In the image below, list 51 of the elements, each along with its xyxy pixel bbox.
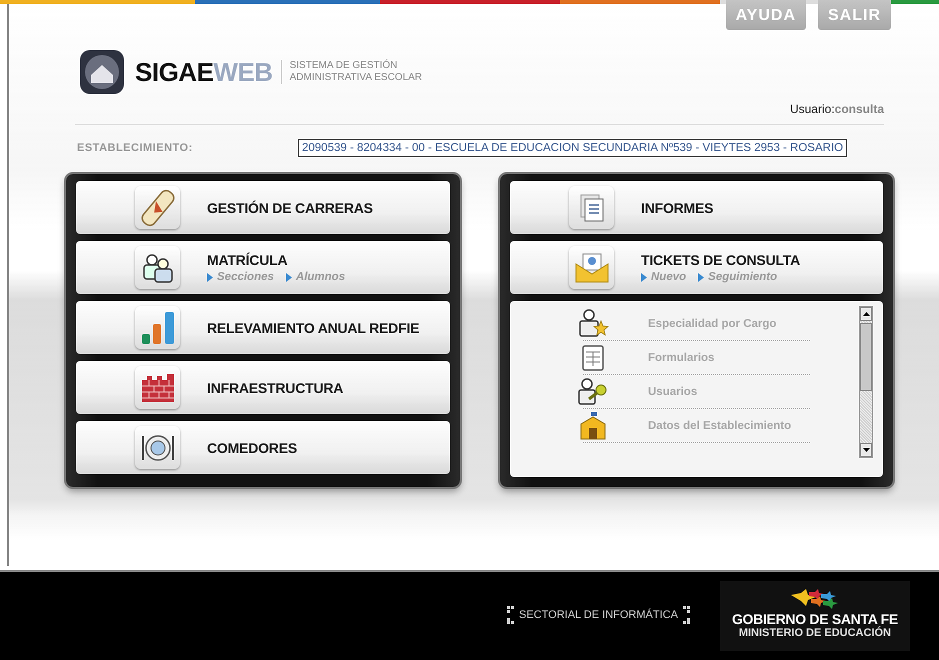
- triangle-icon: [641, 272, 647, 282]
- user-key-icon: [577, 378, 609, 406]
- sectorial-label: SECTORIAL DE INFORMÁTICA: [519, 609, 678, 621]
- form-icon: [582, 344, 604, 370]
- people-icon: [140, 252, 174, 282]
- menu-button[interactable]: COMEDORES: [76, 421, 450, 474]
- submenu-link[interactable]: Seguimiento: [698, 271, 778, 283]
- header-button[interactable]: AYUDA: [726, 0, 806, 30]
- admin-link[interactable]: Formularios: [648, 352, 714, 364]
- submenu-link[interactable]: Secciones: [207, 271, 274, 283]
- badge-star-icon: [577, 308, 609, 338]
- triangle-icon: [286, 272, 292, 282]
- admin-link[interactable]: Usuarios: [648, 386, 698, 398]
- menu-title: TICKETS DE CONSULTA: [641, 252, 800, 268]
- house-icon: [580, 412, 606, 440]
- bracket-icon: [682, 606, 690, 624]
- submenu-link[interactable]: Nuevo: [641, 271, 686, 283]
- government-name: GOBIERNO DE SANTA FE: [732, 611, 898, 627]
- scroll-up-icon[interactable]: [862, 312, 870, 316]
- plate-icon: [140, 432, 174, 462]
- scrollbar[interactable]: [859, 306, 873, 458]
- logo-icon: [79, 49, 125, 95]
- admin-link[interactable]: Datos del Establecimiento: [648, 420, 792, 432]
- brick-wall-icon: [140, 374, 174, 402]
- menu-button[interactable]: TICKETS DE CONSULTA Nuevo Seguimiento: [510, 241, 883, 294]
- menu-title: INFORMES: [641, 200, 714, 216]
- menu-button[interactable]: RELEVAMIENTO ANUAL REDFIE: [76, 301, 450, 354]
- triangle-icon: [207, 272, 213, 282]
- menu-button[interactable]: INFORMES: [510, 181, 883, 234]
- bracket-icon: [507, 606, 515, 624]
- menu-button[interactable]: GESTIÓN DE CARRERAS: [76, 181, 450, 234]
- menu-button[interactable]: MATRÍCULA Secciones Alumnos: [76, 241, 450, 294]
- admin-link[interactable]: Especialidad por Cargo: [648, 318, 776, 330]
- field-label: ESTABLECIMIENTO:: [77, 142, 194, 154]
- tagline: ADMINISTRATIVA ESCOLAR: [290, 72, 422, 84]
- menu-title: INFRAESTRUCTURA: [207, 380, 344, 396]
- menu-title: RELEVAMIENTO ANUAL REDFIE: [207, 320, 420, 336]
- scroll-down-icon[interactable]: [862, 448, 870, 452]
- envelope-icon: [574, 252, 610, 284]
- menu-title: GESTIÓN DE CARRERAS: [207, 200, 373, 216]
- submenu-link[interactable]: Alumnos: [286, 271, 346, 283]
- app-name: SIGAEWEB: [135, 56, 273, 88]
- user-label: Usuario:consulta: [788, 102, 886, 116]
- menu-title: COMEDORES: [207, 440, 297, 456]
- school-field[interactable]: 2090539 - 8204334 - 00 - ESCUELA DE EDUCACION SECUNDARIA Nº539 - VIEYTES 2953 - ROSARIO: [298, 139, 848, 157]
- menu-title: MATRÍCULA: [207, 252, 288, 268]
- menu-button[interactable]: INFRAESTRUCTURA: [76, 361, 450, 414]
- triangle-icon: [698, 272, 704, 282]
- header-button[interactable]: SALIR: [818, 0, 891, 30]
- ministry-name: MINISTERIO DE EDUCACIÓN: [738, 627, 892, 639]
- tagline: SISTEMA DE GESTIÓN: [290, 60, 398, 72]
